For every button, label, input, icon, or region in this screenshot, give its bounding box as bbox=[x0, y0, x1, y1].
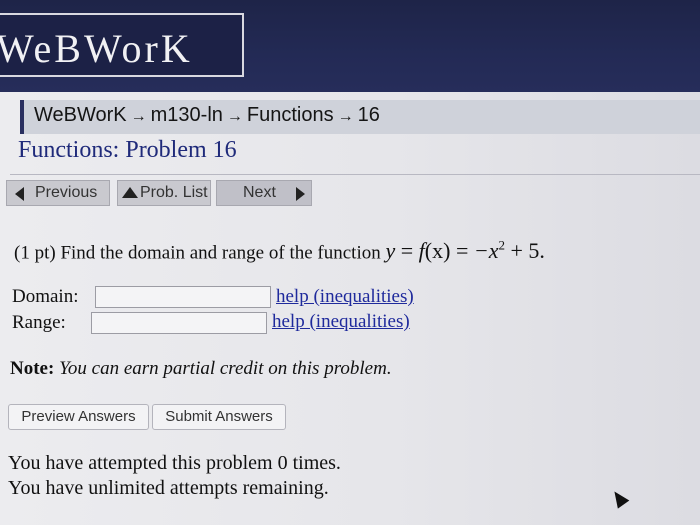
formula-rhs-suffix: + 5. bbox=[510, 238, 545, 264]
domain-help-link[interactable]: help (inequalities) bbox=[276, 286, 414, 308]
problem-statement: (1 pt) Find the domain and range of the … bbox=[14, 238, 545, 264]
problem-statement-text: Find the domain and range of the functio… bbox=[60, 242, 381, 264]
domain-label: Domain: bbox=[12, 286, 79, 307]
breadcrumb-arrow-icon: → bbox=[337, 108, 354, 125]
formula-arg: (x) bbox=[424, 238, 451, 264]
note-bold: Note: bbox=[10, 358, 55, 379]
domain-input[interactable] bbox=[95, 286, 271, 308]
triangle-up-icon bbox=[122, 187, 138, 198]
problem-points: (1 pt) bbox=[14, 242, 56, 264]
formula-equals-2: = bbox=[455, 238, 469, 264]
title-divider bbox=[10, 174, 700, 175]
range-label: Range: bbox=[12, 312, 66, 333]
next-label: Next bbox=[243, 184, 276, 201]
top-banner: WeBWorK bbox=[0, 0, 700, 92]
breadcrumb-item-course[interactable]: m130-ln bbox=[151, 104, 223, 126]
formula-rhs: −x bbox=[473, 238, 499, 264]
submit-answers-button[interactable]: Submit Answers bbox=[152, 404, 286, 430]
breadcrumb-arrow-icon: → bbox=[226, 108, 243, 125]
problem-formula: y = f(x) = −x2 + 5. bbox=[385, 238, 544, 263]
formula-lhs: y bbox=[385, 238, 396, 264]
range-help-link[interactable]: help (inequalities) bbox=[272, 311, 410, 333]
problem-page: WeBWorK → m130-ln → Functions → 16 Functions: … bbox=[0, 92, 700, 525]
breadcrumb-item-webwork[interactable]: WeBWorK bbox=[34, 104, 127, 126]
triangle-right-icon bbox=[296, 187, 305, 201]
previous-button[interactable]: Previous bbox=[6, 180, 110, 206]
partial-credit-note: Note: You can earn partial credit on thi… bbox=[10, 358, 392, 380]
breadcrumb-item-problem: 16 bbox=[357, 104, 380, 126]
breadcrumb-item-set[interactable]: Functions bbox=[247, 104, 334, 126]
formula-exponent: 2 bbox=[498, 238, 506, 253]
attempts-count-text: You have attempted this problem 0 times. bbox=[8, 452, 341, 474]
breadcrumb-bar: WeBWorK → m130-ln → Functions → 16 bbox=[20, 100, 700, 134]
breadcrumb: WeBWorK → m130-ln → Functions → 16 bbox=[34, 104, 380, 127]
prob-list-button[interactable]: Prob. List bbox=[117, 180, 211, 206]
previous-label: Previous bbox=[35, 184, 98, 201]
problem-title: Functions: Problem 16 bbox=[18, 137, 237, 163]
attempts-remaining-text: You have unlimited attempts remaining. bbox=[8, 477, 329, 499]
mouse-cursor-icon bbox=[608, 487, 630, 509]
breadcrumb-arrow-icon: → bbox=[130, 108, 147, 125]
range-input[interactable] bbox=[91, 312, 267, 334]
triangle-left-icon bbox=[15, 187, 24, 201]
formula-equals: = bbox=[400, 238, 414, 264]
webwork-logo[interactable]: WeBWorK bbox=[0, 13, 244, 77]
preview-answers-button[interactable]: Preview Answers bbox=[8, 404, 149, 430]
next-button[interactable]: Next bbox=[216, 180, 312, 206]
prob-list-label: Prob. List bbox=[140, 184, 208, 201]
logo-text: WeBWorK bbox=[0, 26, 193, 71]
note-text: You can earn partial credit on this prob… bbox=[59, 358, 392, 379]
